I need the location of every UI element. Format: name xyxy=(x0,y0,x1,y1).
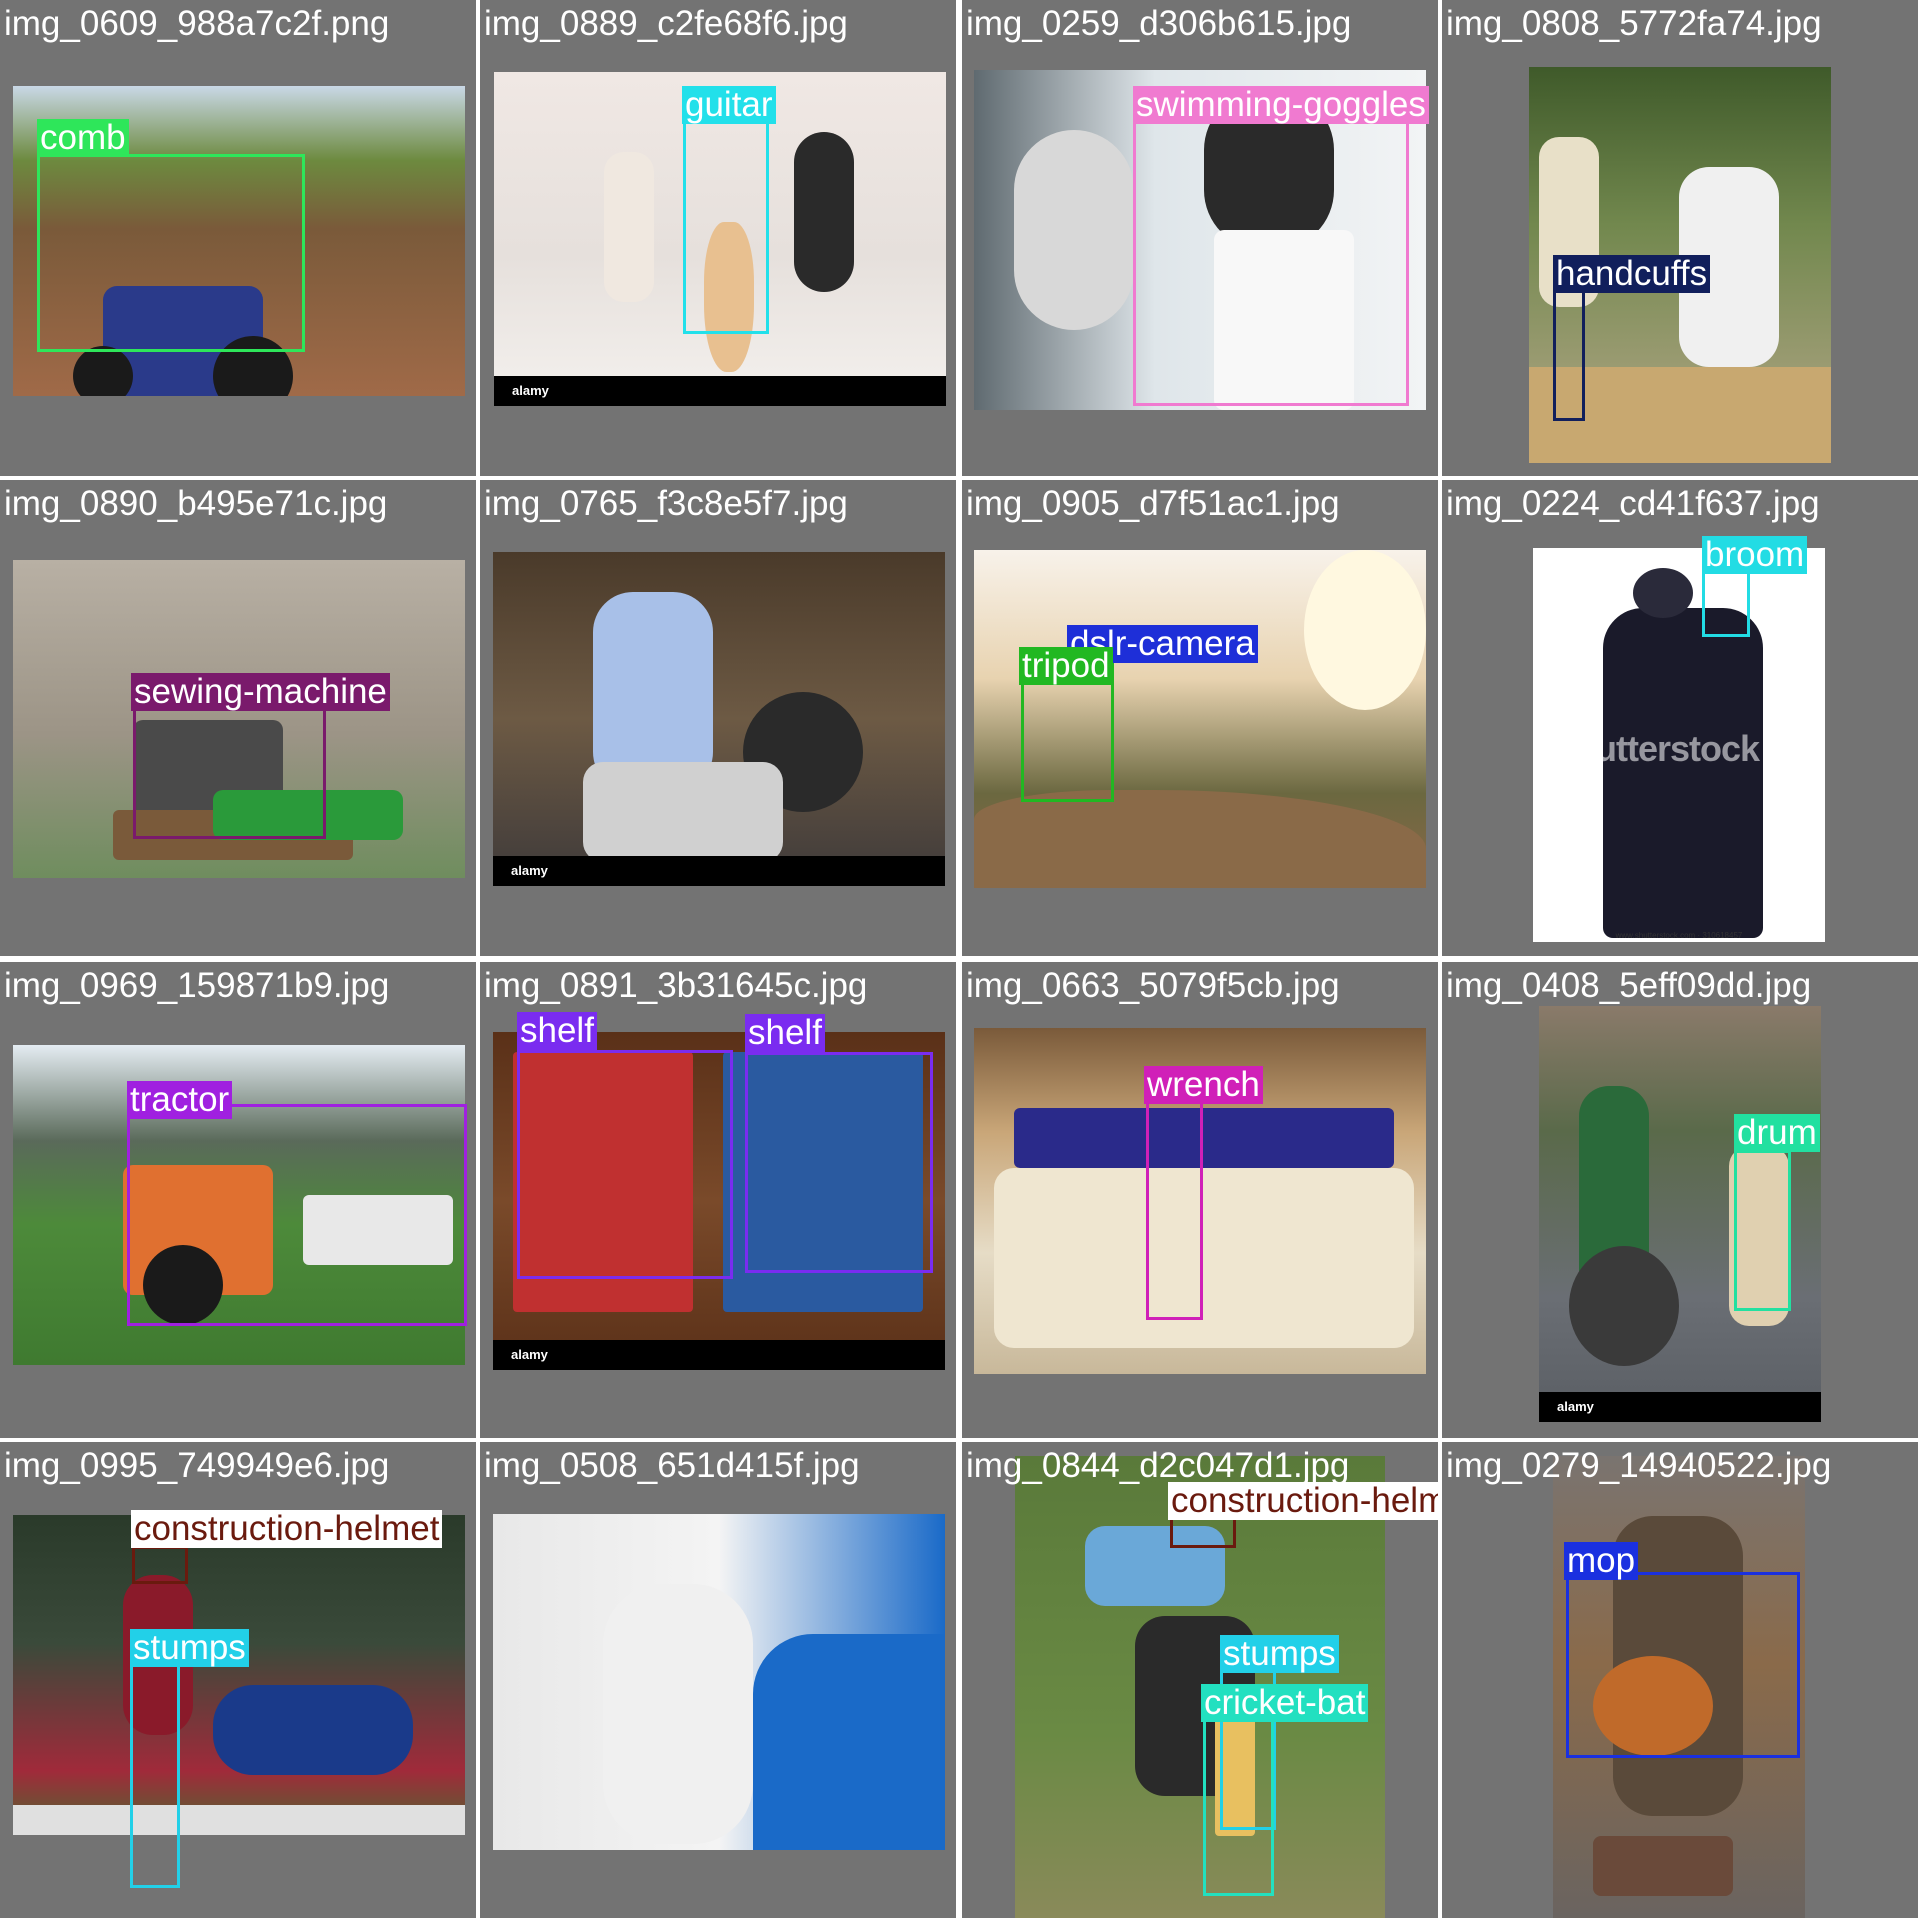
photo-thumbnail[interactable] xyxy=(493,1514,945,1850)
bounding-box[interactable] xyxy=(1734,1150,1791,1311)
scene-shape xyxy=(753,1634,945,1850)
grid-cell: img_0508_651d415f.jpg xyxy=(480,1442,956,1918)
class-label: drum xyxy=(1734,1114,1820,1152)
prediction-grid: img_0609_988a7c2f.png comb alamy img_0889_c… xyxy=(0,0,1920,1920)
bounding-box[interactable] xyxy=(37,154,305,352)
scene-shape xyxy=(1014,1108,1394,1168)
class-label: swimming-goggles xyxy=(1133,86,1429,124)
scene-shape xyxy=(603,1584,753,1844)
image-filename: img_0279_14940522.jpg xyxy=(1446,1446,1832,1485)
class-label: broom xyxy=(1702,536,1808,574)
bounding-box[interactable] xyxy=(1553,283,1585,421)
grid-cell: img_0890_b495e71c.jpg sewing-machine xyxy=(0,480,476,956)
scene-shape xyxy=(213,1685,413,1775)
scene-shape xyxy=(974,790,1426,888)
image-filename: img_0890_b495e71c.jpg xyxy=(4,484,388,523)
bounding-box[interactable] xyxy=(1566,1572,1800,1758)
image-filename: img_0508_651d415f.jpg xyxy=(484,1446,860,1485)
image-filename: img_0969_159871b9.jpg xyxy=(4,966,390,1005)
bounding-box[interactable] xyxy=(132,1546,188,1584)
bounding-box[interactable] xyxy=(517,1050,733,1279)
class-label: construction-helmet xyxy=(1168,1482,1438,1520)
image-credit: www.shutterstock.com · 310618457 xyxy=(1615,931,1743,940)
grid-cell: img_0905_d7f51ac1.jpg dslr-camera tripod xyxy=(962,480,1438,956)
grid-cell: img_0969_159871b9.jpgtractor xyxy=(0,962,476,1438)
stock-footer: alamy xyxy=(494,376,946,406)
image-filename: img_0905_d7f51ac1.jpg xyxy=(966,484,1340,523)
bounding-box[interactable] xyxy=(683,94,769,334)
class-label: comb xyxy=(37,119,129,157)
grid-cell: shutterstock www.shutterstock.com · 31061… xyxy=(1442,480,1918,956)
bounding-box[interactable] xyxy=(130,1638,180,1888)
scene-shape xyxy=(994,1168,1414,1348)
grid-cell: img_0995_749949e6.jpg construction-helmet… xyxy=(0,1442,476,1918)
bounding-box[interactable] xyxy=(1146,1101,1203,1320)
grid-cell: img_0808_5772fa74.jpg handcuffs xyxy=(1442,0,1918,476)
grid-cell: img_0279_14940522.jpgmop xyxy=(1442,1442,1918,1918)
watermark: shutterstock xyxy=(1555,728,1760,769)
class-label: tractor xyxy=(127,1081,233,1119)
scene-shape xyxy=(1569,1246,1679,1366)
bounding-box[interactable] xyxy=(127,1104,467,1326)
image-filename: img_0765_f3c8e5f7.jpg xyxy=(484,484,848,523)
class-label: cricket-bat xyxy=(1201,1684,1369,1722)
grid-cell: img_0663_5079f5cb.jpgwrench xyxy=(962,962,1438,1438)
class-label: shelf xyxy=(745,1014,825,1052)
class-label: construction-helmet xyxy=(131,1510,443,1548)
image-filename: img_0889_c2fe68f6.jpg xyxy=(484,4,848,43)
stock-footer: alamy xyxy=(493,856,945,886)
scene-shape xyxy=(1633,568,1693,618)
grid-cell: img_0259_d306b615.jpg swimming-goggles xyxy=(962,0,1438,476)
bounding-box[interactable] xyxy=(1203,1705,1274,1896)
scene-shape xyxy=(1014,130,1134,330)
grid-cell: alamy img_0408_5eff09dd.jpgdrum xyxy=(1442,962,1918,1438)
scene-shape xyxy=(13,1805,465,1835)
class-label: shelf xyxy=(517,1012,597,1050)
grid-cell: img_0609_988a7c2f.pngcomb xyxy=(0,0,476,476)
image-filename: img_0808_5772fa74.jpg xyxy=(1446,4,1822,43)
class-label: sewing-machine xyxy=(131,673,390,711)
image-filename: img_0609_988a7c2f.png xyxy=(4,4,390,43)
scene-shape xyxy=(1603,608,1763,938)
grid-cell: alamy img_0765_f3c8e5f7.jpg xyxy=(480,480,956,956)
photo-thumbnail[interactable] xyxy=(13,1515,465,1835)
scene-shape xyxy=(1304,550,1426,710)
image-filename: img_0259_d306b615.jpg xyxy=(966,4,1352,43)
bounding-box[interactable] xyxy=(745,1052,933,1273)
class-label: handcuffs xyxy=(1553,255,1711,293)
photo-thumbnail[interactable]: shutterstock www.shutterstock.com · 31061… xyxy=(1533,548,1825,942)
bounding-box[interactable] xyxy=(1702,567,1750,637)
scene-shape xyxy=(583,762,783,862)
class-label: mop xyxy=(1564,1542,1639,1580)
grid-cell: img_0844_d2c047d1.jpgconstruction-helmet… xyxy=(962,1442,1438,1918)
image-filename: img_0663_5079f5cb.jpg xyxy=(966,966,1340,1005)
image-filename: img_0224_cd41f637.jpg xyxy=(1446,484,1820,523)
stock-footer: alamy xyxy=(493,1340,945,1370)
class-label: stumps xyxy=(130,1629,249,1667)
class-label: guitar xyxy=(682,86,776,124)
class-label: stumps xyxy=(1220,1635,1339,1673)
class-label: wrench xyxy=(1144,1066,1263,1104)
image-filename: img_0408_5eff09dd.jpg xyxy=(1446,966,1812,1005)
image-filename: img_0844_d2c047d1.jpg xyxy=(966,1446,1350,1485)
image-filename: img_0995_749949e6.jpg xyxy=(4,1446,390,1485)
image-filename: img_0891_3b31645c.jpg xyxy=(484,966,868,1005)
grid-cell: alamy img_0891_3b31645c.jpgshelf shelf xyxy=(480,962,956,1438)
scene-shape xyxy=(794,132,854,292)
class-label: tripod xyxy=(1019,647,1113,685)
grid-cell: alamy img_0889_c2fe68f6.jpgguitar xyxy=(480,0,956,476)
scene-shape xyxy=(1593,1836,1733,1896)
stock-footer: alamy xyxy=(1539,1392,1821,1422)
scene-shape xyxy=(604,152,654,302)
bounding-box[interactable] xyxy=(1133,118,1409,406)
photo-thumbnail[interactable]: alamy xyxy=(493,552,945,886)
